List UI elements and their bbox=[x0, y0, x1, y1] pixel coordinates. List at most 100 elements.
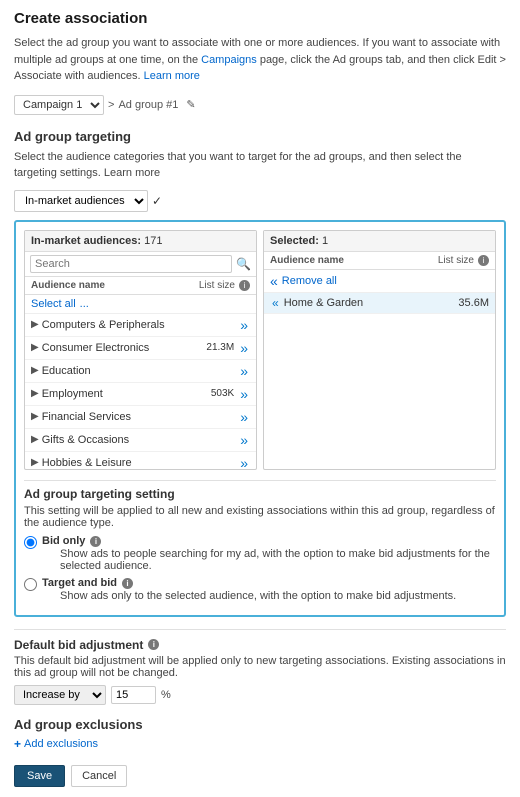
save-button[interactable]: Save bbox=[14, 765, 65, 787]
add-audience-button[interactable]: » bbox=[238, 363, 250, 379]
category-checkmark-icon: ✓ bbox=[152, 194, 162, 208]
add-audience-button[interactable]: » bbox=[238, 455, 250, 469]
campaign-select[interactable]: Campaign 1 bbox=[14, 95, 104, 115]
right-col-headers: Audience name List size i bbox=[264, 252, 495, 270]
target-and-bid-radio[interactable] bbox=[24, 578, 37, 591]
search-icon[interactable]: 🔍 bbox=[236, 257, 251, 271]
bid-only-row: Bid only i Show ads to people searching … bbox=[24, 535, 496, 572]
chevron-icon: ▶ bbox=[31, 411, 39, 422]
chevron-icon: ▶ bbox=[31, 319, 39, 330]
audience-item-name: ▶ Hobbies & Leisure bbox=[31, 457, 132, 469]
audience-item-name: ▶ Computers & Peripherals bbox=[31, 319, 165, 331]
audience-list-item[interactable]: ▶ Employment 503K » bbox=[25, 383, 256, 406]
add-audience-button[interactable]: » bbox=[238, 432, 250, 448]
page-title: Create association bbox=[14, 10, 506, 27]
audience-list-item[interactable]: ▶ Computers & Peripherals » bbox=[25, 314, 256, 337]
audience-list-item[interactable]: ▶ Financial Services » bbox=[25, 406, 256, 429]
target-and-bid-info-icon[interactable]: i bbox=[122, 578, 133, 589]
learn-more-link-targeting[interactable]: Learn more bbox=[104, 167, 160, 179]
bid-type-select[interactable]: Increase by Decrease by bbox=[14, 685, 106, 705]
audience-item-name: ▶ Employment bbox=[31, 388, 103, 400]
default-bid-desc: This default bid adjustment will be appl… bbox=[14, 655, 506, 679]
search-row: 🔍 bbox=[25, 252, 256, 277]
add-audience-button[interactable]: » bbox=[238, 317, 250, 333]
audience-list-item[interactable]: ▶ Education » bbox=[25, 360, 256, 383]
audience-list-item[interactable]: ▶ Hobbies & Leisure » bbox=[25, 452, 256, 469]
target-and-bid-label[interactable]: Target and bid i bbox=[42, 577, 133, 589]
left-panel-header: In-market audiences: 171 bbox=[25, 231, 256, 252]
remove-audience-button[interactable]: « bbox=[270, 296, 281, 310]
select-all-row[interactable]: Select all ... bbox=[25, 295, 256, 314]
targeting-section-desc: Select the audience categories that you … bbox=[14, 149, 506, 182]
audience-item-name: ▶ Gifts & Occasions bbox=[31, 434, 129, 446]
campaigns-link[interactable]: Campaigns bbox=[201, 54, 257, 66]
page-description: Select the ad group you want to associat… bbox=[14, 35, 506, 85]
list-size-info-icon[interactable]: i bbox=[239, 280, 250, 291]
select-all-label: Select all bbox=[31, 298, 76, 310]
bid-only-radio[interactable] bbox=[24, 536, 37, 549]
chevron-icon: ▶ bbox=[31, 342, 39, 353]
breadcrumb-arrow: > bbox=[108, 99, 114, 111]
select-all-dots: ... bbox=[80, 298, 89, 310]
chevron-icon: ▶ bbox=[31, 434, 39, 445]
search-input[interactable] bbox=[30, 255, 232, 273]
audience-item-name: ▶ Financial Services bbox=[31, 411, 131, 423]
target-and-bid-row: Target and bid i Show ads only to the se… bbox=[24, 577, 496, 602]
targeting-setting-title: Ad group targeting setting bbox=[24, 487, 496, 501]
left-panel-count: 171 bbox=[144, 235, 162, 247]
category-select[interactable]: In-market audiences bbox=[14, 190, 148, 212]
bid-only-info-icon[interactable]: i bbox=[90, 536, 101, 547]
bid-unit: % bbox=[161, 689, 171, 701]
right-col-size: List size i bbox=[438, 255, 489, 266]
left-panel-header-label: In-market audiences: bbox=[31, 235, 141, 247]
selected-audience-item[interactable]: « Home & Garden 35.6M bbox=[264, 293, 495, 314]
audience-item-size: 21.3M bbox=[206, 342, 234, 353]
remove-all-row[interactable]: « Remove all bbox=[264, 270, 495, 293]
right-col-name: Audience name bbox=[270, 255, 344, 266]
add-audience-button[interactable]: » bbox=[238, 386, 250, 402]
targeting-setting-desc: This setting will be applied to all new … bbox=[24, 505, 496, 529]
audience-list-item[interactable]: ▶ Consumer Electronics 21.3M » bbox=[25, 337, 256, 360]
left-col-headers: Audience name List size i bbox=[25, 277, 256, 295]
audience-list: ▶ Computers & Peripherals » ▶ Consumer E… bbox=[25, 314, 256, 469]
adgroup-label: Ad group #1 bbox=[118, 99, 178, 111]
category-dropdown-row: In-market audiences ✓ bbox=[14, 190, 506, 212]
targeting-section-title: Ad group targeting bbox=[14, 129, 506, 144]
add-exclusions-link[interactable]: + Add exclusions bbox=[14, 737, 506, 751]
plus-icon: + bbox=[14, 737, 21, 751]
bid-row: Increase by Decrease by % bbox=[14, 685, 506, 705]
right-list-size-info-icon[interactable]: i bbox=[478, 255, 489, 266]
footer-buttons: Save Cancel bbox=[14, 765, 506, 787]
bid-only-label[interactable]: Bid only i bbox=[42, 535, 101, 547]
right-panel-header-label: Selected: bbox=[270, 235, 319, 247]
breadcrumb: Campaign 1 > Ad group #1 ✎ bbox=[14, 95, 506, 115]
audience-item-name: ▶ Consumer Electronics bbox=[31, 342, 149, 354]
selected-item-name: « Home & Garden bbox=[270, 296, 363, 310]
dual-panel: In-market audiences: 171 🔍 Audience name… bbox=[24, 230, 496, 470]
audience-item-size: 503K bbox=[211, 388, 234, 399]
selected-audience-list: « Home & Garden 35.6M bbox=[264, 293, 495, 448]
chevron-icon: ▶ bbox=[31, 365, 39, 376]
default-bid-section: Default bid adjustment i This default bi… bbox=[14, 629, 506, 705]
bid-value-input[interactable] bbox=[111, 686, 156, 704]
remove-all-icon: « bbox=[270, 273, 278, 289]
chevron-icon: ▶ bbox=[31, 388, 39, 399]
cancel-button[interactable]: Cancel bbox=[71, 765, 127, 787]
target-and-bid-sub: Show ads only to the selected audience, … bbox=[60, 590, 456, 602]
learn-more-link-top[interactable]: Learn more bbox=[144, 70, 200, 82]
edit-icon[interactable]: ✎ bbox=[186, 98, 195, 111]
chevron-icon: ▶ bbox=[31, 457, 39, 468]
default-bid-title: Default bid adjustment i bbox=[14, 638, 506, 652]
targeting-box: In-market audiences: 171 🔍 Audience name… bbox=[14, 220, 506, 617]
add-audience-button[interactable]: » bbox=[238, 409, 250, 425]
add-audience-button[interactable]: » bbox=[238, 340, 250, 356]
audience-item-name: ▶ Education bbox=[31, 365, 91, 377]
audience-list-item[interactable]: ▶ Gifts & Occasions » bbox=[25, 429, 256, 452]
right-panel-count: 1 bbox=[322, 235, 328, 247]
targeting-setting-section: Ad group targeting setting This setting … bbox=[24, 480, 496, 602]
left-panel: In-market audiences: 171 🔍 Audience name… bbox=[24, 230, 257, 470]
remove-all-label: Remove all bbox=[282, 275, 337, 287]
default-bid-info-icon[interactable]: i bbox=[148, 639, 159, 650]
right-panel: Selected: 1 Audience name List size i « … bbox=[263, 230, 496, 470]
exclusions-section: Ad group exclusions + Add exclusions bbox=[14, 717, 506, 751]
